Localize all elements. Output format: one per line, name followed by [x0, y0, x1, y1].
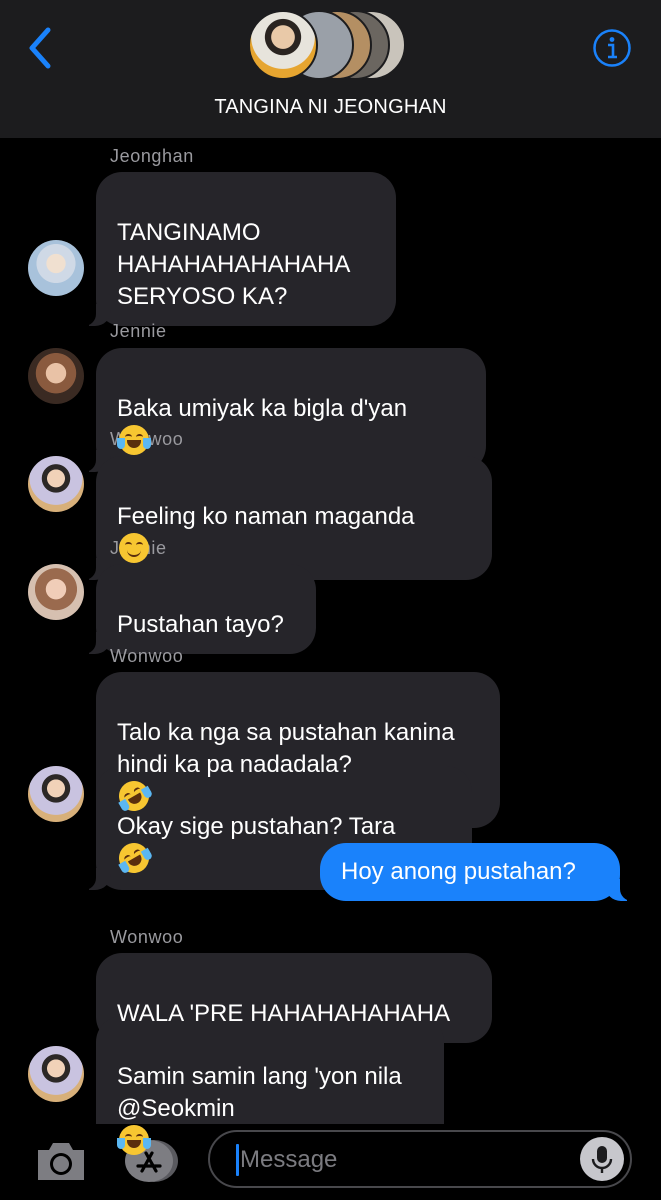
face-with-tears-of-joy-icon	[117, 425, 151, 455]
message-text: Baka umiyak ka bigla d'yan	[117, 395, 408, 422]
message-input[interactable]	[238, 1142, 562, 1178]
sender-name: Wonwoo	[110, 646, 184, 666]
group-avatar-stack[interactable]	[248, 10, 418, 82]
relieved-face-icon	[119, 533, 149, 563]
compose-bar	[0, 1124, 661, 1200]
message-text: Hoy anong pustahan?	[341, 858, 576, 885]
avatar[interactable]	[28, 456, 84, 512]
message-bubble[interactable]: Feeling ko naman maganda	[84, 456, 492, 580]
sent-message-bubble[interactable]: Hoy anong pustahan?	[320, 843, 632, 901]
chevron-left-icon[interactable]	[26, 26, 56, 70]
message-bubble[interactable]: TANGINAMO HAHAHAHAHAHAHA SERYOSO KA?	[84, 172, 396, 326]
rolling-on-floor-laughing-icon	[113, 837, 155, 879]
avatar[interactable]	[28, 564, 84, 620]
camera-icon[interactable]	[34, 1138, 88, 1184]
sender-name: Jennie	[110, 321, 167, 341]
message-text: Feeling ko naman maganda	[117, 503, 415, 530]
message-text: Samin samin lang 'yon nila @Seokmin	[117, 1063, 402, 1122]
message-text: Pustahan tayo?	[117, 611, 284, 638]
microphone-icon[interactable]	[580, 1137, 624, 1181]
info-circle-icon[interactable]	[592, 28, 632, 68]
face-with-tears-of-joy-icon	[117, 1125, 151, 1155]
group-avatar	[248, 10, 318, 80]
message-text: WALA 'PRE HAHAHAHAHAHA	[117, 1000, 451, 1027]
avatar[interactable]	[28, 766, 84, 822]
avatar[interactable]	[28, 1046, 84, 1102]
conversation-header: TANGINA NI JEONGHAN	[0, 0, 661, 138]
avatar[interactable]	[28, 240, 84, 296]
message-bubble[interactable]: Pustahan tayo?	[84, 564, 316, 654]
sender-name: Jeonghan	[110, 146, 194, 166]
sender-name: Wonwoo	[110, 927, 184, 947]
message-field[interactable]	[208, 1130, 632, 1188]
message-bubble[interactable]: Baka umiyak ka bigla d'yan	[84, 348, 486, 472]
avatar[interactable]	[28, 348, 84, 404]
message-text: TANGINAMO HAHAHAHAHAHAHA SERYOSO KA?	[117, 219, 351, 310]
conversation-title[interactable]: TANGINA NI JEONGHAN	[0, 96, 661, 119]
message-text: Okay sige pustahan? Tara	[117, 813, 396, 840]
